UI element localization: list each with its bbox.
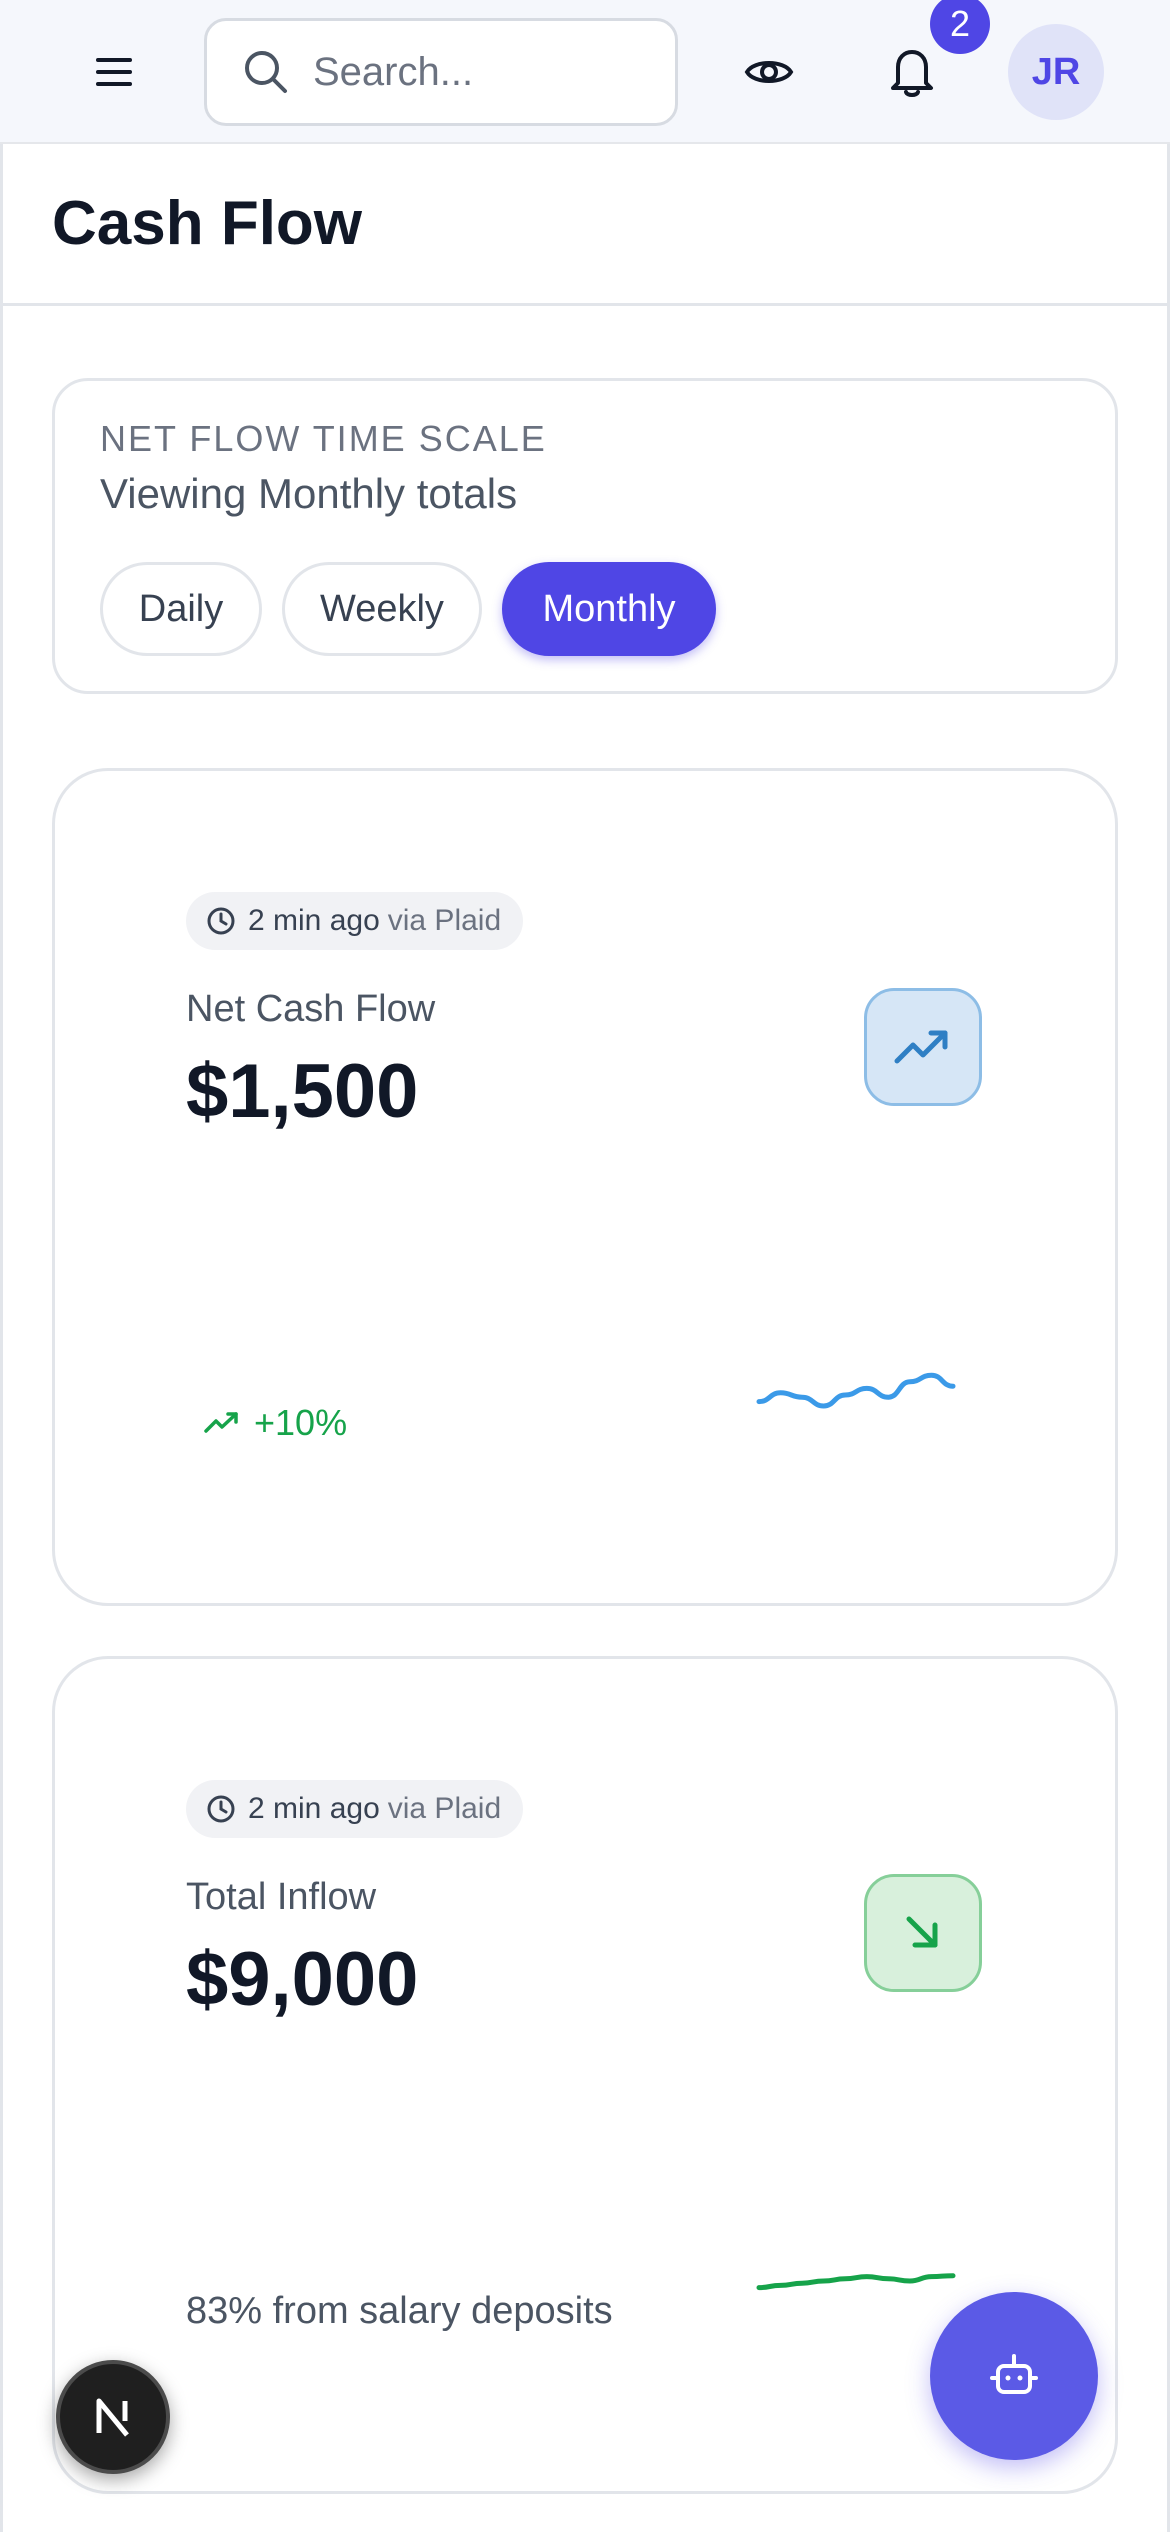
bell-icon: [891, 50, 933, 97]
last-updated-time: 2 min ago: [248, 904, 380, 937]
notifications-button[interactable]: [880, 38, 944, 106]
time-scale-daily-button[interactable]: Daily: [100, 562, 262, 656]
metric-value: $1,500: [186, 1049, 419, 1134]
metric-icon-box: [864, 988, 982, 1106]
sparkline-path: [756, 2273, 956, 2291]
clock-icon: [207, 1795, 235, 1823]
arrow-down-right-icon: [906, 1916, 938, 1948]
menu-button[interactable]: [88, 50, 140, 94]
total-inflow-sparkline: [756, 2273, 956, 2291]
metric-label: Net Cash Flow: [186, 988, 436, 1030]
inflow-note: 83% from salary deposits: [186, 2290, 613, 2332]
trend-value: +10%: [254, 1402, 348, 1443]
time-scale-eyebrow: NET FLOW TIME SCALE: [100, 418, 547, 459]
search-input[interactable]: [313, 49, 653, 95]
trending-up-icon: [204, 1412, 238, 1433]
assistant-fab-button[interactable]: [930, 2292, 1098, 2460]
notification-count-badge: 2: [930, 0, 990, 54]
robot-icon: [990, 2354, 1038, 2394]
nextjs-dev-badge[interactable]: [56, 2360, 170, 2474]
search-icon: [245, 51, 287, 93]
trend-indicator: +10%: [204, 1402, 347, 1444]
last-updated-chip: 2 min ago via Plaid: [186, 1780, 524, 1838]
visibility-toggle-button[interactable]: [738, 42, 800, 102]
page-title: Cash Flow: [52, 189, 363, 258]
metric-label: Total Inflow: [186, 1876, 377, 1918]
sparkline-path: [756, 1372, 956, 1409]
nextjs-icon: [96, 2398, 129, 2437]
metric-icon-box: [864, 1874, 982, 1992]
user-avatar[interactable]: JR: [1008, 24, 1104, 120]
time-scale-monthly-button[interactable]: Monthly: [502, 562, 716, 656]
metric-value: $9,000: [186, 1937, 419, 2022]
last-updated-chip: 2 min ago via Plaid: [186, 892, 524, 950]
search-bar[interactable]: [204, 18, 678, 126]
last-updated-time: 2 min ago: [248, 1792, 380, 1825]
net-cash-flow-sparkline: [756, 1372, 956, 1409]
trending-up-icon: [894, 1030, 948, 1064]
data-source: via Plaid: [387, 1792, 502, 1825]
time-scale-subtitle: Viewing Monthly totals: [100, 470, 518, 517]
data-source: via Plaid: [387, 904, 502, 937]
clock-icon: [207, 907, 235, 935]
top-bar: 2 JR: [0, 0, 1170, 144]
menu-icon: [96, 58, 132, 86]
eye-icon: [744, 61, 794, 83]
time-scale-weekly-button[interactable]: Weekly: [282, 562, 482, 656]
